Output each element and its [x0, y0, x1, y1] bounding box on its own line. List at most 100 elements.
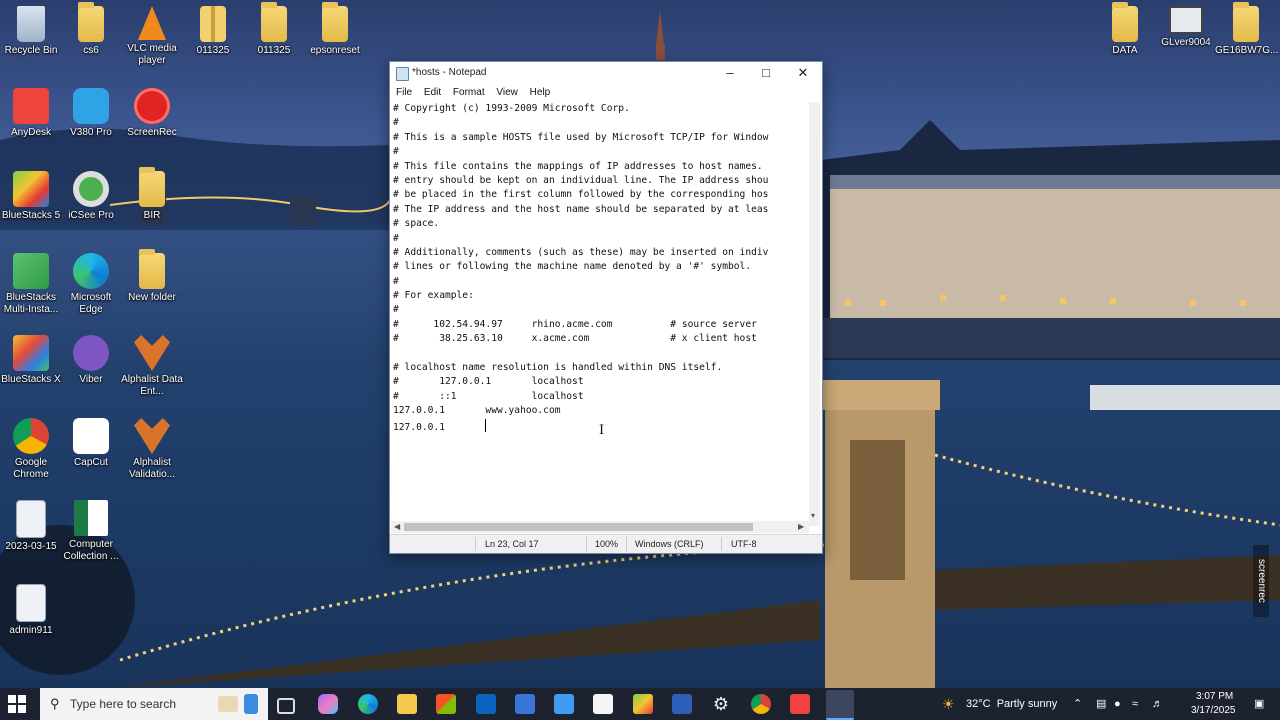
- search-highlight-icon: [244, 694, 258, 714]
- status-zoom: 100%: [595, 539, 619, 549]
- volume-icon[interactable]: ♬: [1152, 688, 1163, 720]
- text-line: # localhost name resolution is handled w…: [393, 362, 723, 374]
- network-tray-icon[interactable]: ▤: [1096, 688, 1106, 720]
- folder-icon: [139, 167, 165, 207]
- desktop-icon-cs6[interactable]: cs6: [60, 2, 122, 57]
- task-view-icon[interactable]: [277, 698, 295, 714]
- status-cursor-position: Ln 23, Col 17: [485, 539, 539, 549]
- folder-icon: [78, 2, 104, 42]
- text-line: # ::1 localhost: [393, 390, 584, 402]
- microphone-icon[interactable]: ●: [1114, 688, 1121, 720]
- windows-logo-icon: [18, 695, 26, 703]
- desktop-icon-chrome[interactable]: Google Chrome: [0, 418, 62, 481]
- menu-help[interactable]: Help: [530, 87, 551, 98]
- desktop-icon-vlc[interactable]: VLC media player: [121, 6, 183, 67]
- store-icon[interactable]: [436, 694, 456, 714]
- text-line: #: [393, 117, 399, 129]
- edge-icon: [73, 253, 109, 289]
- window-title: *hosts - Notepad: [412, 67, 487, 78]
- desktop-icon-glver9004[interactable]: GLver9004: [1155, 6, 1217, 49]
- notepad-window[interactable]: *hosts - Notepad – □ ✕ File Edit Format …: [389, 61, 823, 554]
- desktop-icon-alphalist-validation[interactable]: Alphalist Validatio...: [121, 418, 183, 481]
- text-line: # This file contains the mappings of IP …: [393, 160, 763, 172]
- start-button[interactable]: [8, 695, 26, 713]
- file-explorer-icon[interactable]: [397, 694, 417, 714]
- capcut-icon[interactable]: [593, 694, 613, 714]
- capcut-icon: [73, 418, 109, 454]
- close-button[interactable]: ✕: [785, 62, 821, 84]
- anydesk-icon[interactable]: [790, 694, 810, 714]
- desktop-icon-011325-zip[interactable]: 011325: [182, 6, 244, 57]
- taskbar-search-box[interactable]: ⚲ Type here to search: [40, 688, 268, 720]
- text-editor-area[interactable]: # Copyright (c) 1993-2009 Microsoft Corp…: [391, 102, 807, 580]
- desktop-icon-data[interactable]: DATA: [1094, 2, 1156, 57]
- vlc-cone-icon: [138, 6, 166, 40]
- text-line: #: [393, 146, 399, 158]
- screenrec-watermark: screenrec: [1253, 545, 1269, 617]
- desktop-icon-ge16bw7g[interactable]: GE16BW7G...: [1215, 2, 1278, 57]
- word-icon[interactable]: [672, 694, 692, 714]
- notepad-icon[interactable]: [826, 690, 854, 720]
- wifi-icon[interactable]: ≈: [1132, 688, 1138, 720]
- minimize-button[interactable]: –: [712, 62, 748, 84]
- menu-file[interactable]: File: [396, 87, 412, 98]
- document-icon: [16, 584, 46, 622]
- desktop-icon-admin911[interactable]: admin911: [0, 584, 62, 637]
- paint-icon[interactable]: [554, 694, 574, 714]
- desktop-icon-2023-03-15[interactable]: 2023-03-15: [0, 500, 62, 553]
- settings-gear-icon[interactable]: ⚙: [711, 694, 731, 714]
- desktop-icon-new-folder[interactable]: New folder: [121, 249, 183, 304]
- chevron-up-icon[interactable]: ⌃: [1073, 688, 1082, 720]
- horizontal-scroll-thumb[interactable]: [404, 523, 753, 531]
- weather-text[interactable]: 32°C Partly sunny: [966, 688, 1057, 720]
- outlook-icon[interactable]: [476, 694, 496, 714]
- text-line: # entry should be kept on an individual …: [393, 174, 769, 186]
- edge-icon[interactable]: [358, 694, 378, 714]
- search-icon: ⚲: [50, 696, 60, 711]
- scroll-left-arrow-icon[interactable]: ◀: [394, 521, 400, 533]
- desktop-icon-screenrec[interactable]: ScreenRec: [121, 88, 183, 139]
- maximize-button[interactable]: □: [748, 62, 784, 84]
- desktop-icon-recycle-bin[interactable]: Recycle Bin: [0, 6, 62, 57]
- chrome-icon[interactable]: [751, 694, 771, 714]
- text-line: 127.0.0.1 www.yahoo.com: [393, 405, 561, 417]
- system-tray: ☀ 32°C Partly sunny ⌃ ▤ ● ≈ ♬ 3:07 PM 3/…: [940, 688, 1280, 720]
- notepad-titlebar[interactable]: *hosts - Notepad – □ ✕: [390, 62, 822, 84]
- desktop-icon-capcut[interactable]: CapCut: [60, 418, 122, 469]
- desktop-icon-icsee[interactable]: iCSee Pro: [60, 171, 122, 222]
- v380-icon: [73, 88, 109, 124]
- desktop-icon-bluestacks-multi[interactable]: BlueStacks Multi-Insta...: [0, 253, 62, 316]
- bluestacks-icon[interactable]: [633, 694, 653, 714]
- folder-icon: [139, 249, 165, 289]
- desktop-icon-bluestacks5[interactable]: BlueStacks 5: [0, 171, 62, 222]
- text-line: #: [393, 275, 399, 287]
- scroll-right-arrow-icon[interactable]: ▶: [798, 521, 804, 533]
- status-divider: [721, 537, 722, 551]
- text-line: [393, 347, 807, 361]
- scroll-down-arrow-icon[interactable]: ▾: [811, 510, 815, 522]
- menu-edit[interactable]: Edit: [424, 87, 441, 98]
- clock-date[interactable]: 3/17/2025: [1191, 695, 1236, 727]
- desktop-icon-viber[interactable]: Viber: [60, 335, 122, 386]
- desktop-icon-bir[interactable]: BIR: [121, 167, 183, 222]
- desktop-icon-bluestacks-x[interactable]: BlueStacks X: [0, 335, 62, 386]
- copilot-icon[interactable]: [318, 694, 338, 714]
- weather-icon[interactable]: ☀: [942, 688, 955, 720]
- desktop-icon-011325-folder[interactable]: 011325: [243, 2, 305, 57]
- menu-format[interactable]: Format: [453, 87, 485, 98]
- desktop-icon-epsonreset[interactable]: epsonreset: [304, 2, 366, 57]
- desktop-icon-computer-collection[interactable]: Computer Collection ...: [60, 500, 122, 563]
- viber-icon: [73, 335, 109, 371]
- snipping-icon[interactable]: [515, 694, 535, 714]
- desktop-icon-edge[interactable]: Microsoft Edge: [60, 253, 122, 316]
- anydesk-icon: [13, 88, 49, 124]
- vertical-scrollbar[interactable]: ▾: [809, 102, 820, 526]
- desktop-icon-anydesk[interactable]: AnyDesk: [0, 88, 62, 139]
- desktop-icon-alphalist-data[interactable]: Alphalist Data Ent...: [121, 335, 183, 398]
- folder-icon: [1112, 2, 1138, 42]
- menu-view[interactable]: View: [496, 87, 518, 98]
- notifications-icon[interactable]: ▣: [1254, 688, 1264, 720]
- horizontal-scrollbar[interactable]: ◀ ▶: [391, 521, 809, 533]
- status-line-ending: Windows (CRLF): [635, 539, 704, 549]
- desktop-icon-v380[interactable]: V380 Pro: [60, 88, 122, 139]
